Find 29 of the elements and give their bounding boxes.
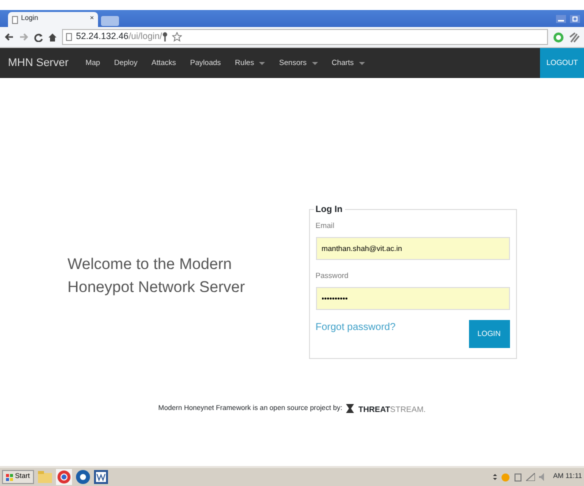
app-icon[interactable]	[74, 469, 91, 485]
up-arrows-icon[interactable]	[493, 473, 498, 481]
restore-icon[interactable]	[570, 15, 580, 23]
caret-icon	[312, 62, 318, 65]
windows-logo-icon	[6, 474, 13, 480]
home-icon[interactable]	[48, 32, 57, 42]
star-icon[interactable]	[172, 32, 182, 42]
page-icon	[12, 16, 18, 24]
hourglass-logo-icon	[346, 404, 354, 413]
brand-link[interactable]: MHN Server	[8, 54, 69, 72]
document-icon[interactable]	[94, 470, 108, 484]
page-icon	[66, 33, 72, 41]
welcome-heading: Welcome to the Modern Honeypot Network Server	[68, 254, 246, 298]
extension-icon[interactable]	[569, 32, 580, 42]
caret-icon	[358, 62, 365, 65]
minimize-icon[interactable]	[556, 15, 566, 23]
key-icon[interactable]	[162, 32, 168, 42]
panel-legend: Log In	[314, 202, 344, 216]
forward-arrow-icon[interactable]	[19, 33, 29, 41]
network-icon[interactable]	[514, 472, 522, 482]
brand-logo-text: THREATSTREAM.	[358, 404, 426, 416]
browser-icon[interactable]	[56, 469, 72, 485]
signal-icon[interactable]	[526, 473, 536, 481]
back-arrow-icon[interactable]	[4, 33, 14, 41]
url-text: 52.24.132.46/ui/login/	[76, 30, 162, 44]
caret-icon	[259, 62, 266, 65]
reload-icon[interactable]	[34, 32, 43, 42]
extension-icon[interactable]	[553, 32, 564, 42]
address-bar[interactable]: 52.24.132.46/ui/login/	[62, 29, 548, 45]
